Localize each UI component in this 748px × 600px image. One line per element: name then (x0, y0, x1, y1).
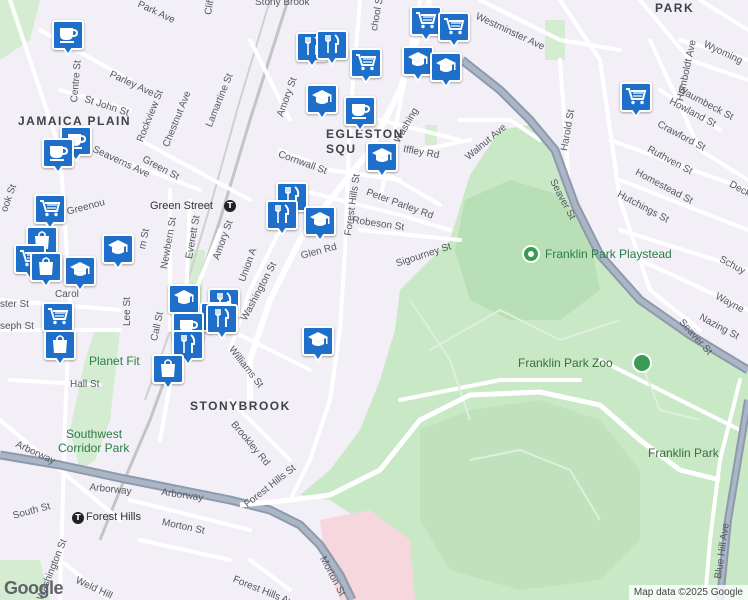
school-pin-icon[interactable] (366, 142, 398, 180)
google-logo: Google (4, 578, 64, 598)
street-lee: Lee St (122, 297, 133, 326)
restaurant-pin-icon[interactable] (266, 200, 298, 238)
school-pin-icon[interactable] (304, 206, 336, 244)
grocery-pin-icon[interactable] (620, 82, 652, 120)
transit-icon[interactable]: T (72, 512, 84, 524)
street-hall: Hall St (70, 379, 100, 390)
street-stony-brook: Stony Brook (255, 0, 310, 8)
street-joseph: seph St (0, 321, 34, 332)
transit-icon[interactable]: T (224, 200, 236, 212)
cafe-pin-icon[interactable] (344, 96, 376, 134)
school-pin-icon[interactable] (64, 256, 96, 294)
label-playstead: Franklin Park Playstead (545, 247, 672, 261)
label-planet-fitness: Planet Fit (89, 354, 140, 368)
label-forest-hills-station: Forest Hills (86, 511, 142, 523)
label-stonybrook: STONYBROOK (190, 399, 291, 413)
cafe-pin-icon[interactable] (52, 20, 84, 58)
grocery-pin-icon[interactable] (438, 12, 470, 50)
school-pin-icon[interactable] (430, 52, 462, 90)
zoo-pin-icon[interactable] (632, 353, 652, 373)
restaurant-pin-icon[interactable] (316, 30, 348, 68)
label-green-street-station: Green Street (150, 200, 213, 212)
school-pin-icon[interactable] (302, 326, 334, 364)
label-square: SQU (326, 142, 357, 156)
shopping-pin-icon[interactable] (44, 330, 76, 368)
map-canvas[interactable]: JAMAICA PLAIN STONYBROOK EGLESTON SQU PA… (0, 0, 748, 600)
cafe-pin-icon[interactable] (42, 138, 74, 176)
label-zoo: Franklin Park Zoo (518, 356, 613, 370)
school-pin-icon[interactable] (306, 84, 338, 122)
label-franklin-park: Franklin Park (648, 446, 719, 460)
shopping-pin-icon[interactable] (152, 354, 184, 392)
grocery-pin-icon[interactable] (350, 48, 382, 86)
map-attribution: Map data ©2025 Google (628, 585, 748, 600)
restaurant-pin-icon[interactable] (206, 304, 238, 342)
label-southwest-1: Southwest (66, 427, 123, 441)
street-chester: ster St (0, 299, 29, 310)
school-pin-icon[interactable] (102, 234, 134, 272)
shopping-pin-icon[interactable] (30, 252, 62, 290)
label-southwest-2: Corridor Park (58, 441, 130, 455)
park-pin-icon[interactable] (522, 245, 540, 263)
label-park-top: PARK (655, 1, 695, 15)
